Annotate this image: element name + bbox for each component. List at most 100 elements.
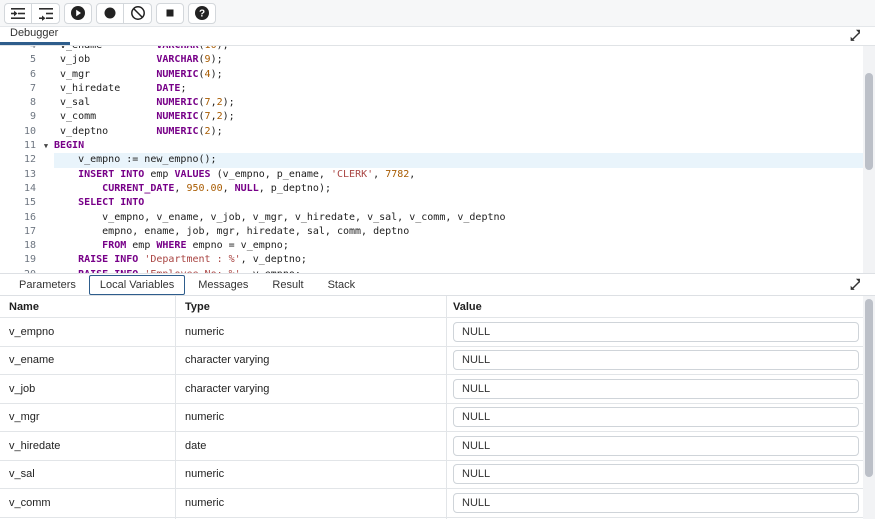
code-editor[interactable]: 4 v_ename VARCHAR(10);5 v_job VARCHAR(9)… (0, 46, 875, 274)
step-over-button[interactable] (32, 3, 60, 24)
step-over-icon (38, 6, 54, 21)
variable-name-cell: v_empno (0, 318, 176, 346)
code-text: FROM emp WHERE empno = v_empno; (54, 239, 863, 253)
help-button[interactable]: ? (188, 3, 216, 24)
expand-editor-icon[interactable] (849, 29, 863, 43)
line-number[interactable]: 19 (0, 253, 38, 267)
grid-scrollbar-thumb[interactable] (865, 299, 873, 477)
column-header-name[interactable]: Name (0, 296, 176, 317)
code-text: BEGIN (54, 139, 863, 153)
line-number[interactable]: 10 (0, 125, 38, 139)
expand-panel-icon[interactable] (849, 278, 863, 292)
line-number[interactable]: 15 (0, 196, 38, 210)
code-text: v_sal NUMERIC(7,2); (54, 96, 863, 110)
tab-parameters[interactable]: Parameters (8, 275, 87, 295)
code-line[interactable]: 9 v_comm NUMERIC(7,2); (0, 110, 863, 124)
fold-gutter (38, 239, 54, 253)
tab-local-variables[interactable]: Local Variables (89, 275, 185, 295)
variable-value-input[interactable] (453, 407, 859, 427)
table-header-row: NameTypeValue (0, 296, 863, 318)
code-line[interactable]: 19 RAISE INFO 'Department : %', v_deptno… (0, 253, 863, 267)
line-number[interactable]: 7 (0, 82, 38, 96)
variable-type-cell: character varying (176, 347, 447, 375)
variable-name-cell: v_comm (0, 489, 176, 517)
local-variables-grid: NameTypeValuev_empnonumericv_enamecharac… (0, 296, 875, 519)
code-line[interactable]: 6 v_mgr NUMERIC(4); (0, 68, 863, 82)
code-text: SELECT INTO (54, 196, 863, 210)
fold-gutter (38, 253, 54, 267)
code-text: v_empno := new_empno(); (54, 153, 863, 167)
step-into-icon (10, 6, 26, 21)
code-line[interactable]: 11▼BEGIN (0, 139, 863, 153)
toolbar-button-group (96, 3, 152, 24)
line-number[interactable]: 12 (0, 153, 38, 167)
stop-button[interactable] (156, 3, 184, 24)
variable-name-cell: v_mgr (0, 404, 176, 432)
column-header-value[interactable]: Value (447, 296, 863, 317)
code-line[interactable]: 10 v_deptno NUMERIC(2); (0, 125, 863, 139)
line-number[interactable]: 17 (0, 225, 38, 239)
code-line[interactable]: 15 SELECT INTO (0, 196, 863, 210)
editor-scrollbar[interactable] (863, 46, 875, 273)
tab-result[interactable]: Result (261, 275, 314, 295)
fold-gutter (38, 225, 54, 239)
variable-name-cell: v_sal (0, 461, 176, 489)
variable-value-input[interactable] (453, 436, 859, 456)
fold-gutter (38, 68, 54, 82)
line-number[interactable]: 9 (0, 110, 38, 124)
line-number[interactable]: 4 (0, 46, 38, 53)
continue-button[interactable] (64, 3, 92, 24)
variable-value-input[interactable] (453, 464, 859, 484)
tab-stack[interactable]: Stack (317, 275, 367, 295)
line-number[interactable]: 18 (0, 239, 38, 253)
variable-value-input[interactable] (453, 379, 859, 399)
code-line[interactable]: 18 FROM emp WHERE empno = v_empno; (0, 239, 863, 253)
variable-type-cell: numeric (176, 318, 447, 346)
line-number[interactable]: 14 (0, 182, 38, 196)
code-line[interactable]: 14 CURRENT_DATE, 950.00, NULL, p_deptno)… (0, 182, 863, 196)
variable-value-cell (447, 375, 863, 403)
line-number[interactable]: 6 (0, 68, 38, 82)
fold-gutter (38, 153, 54, 167)
fold-gutter (38, 182, 54, 196)
line-number[interactable]: 8 (0, 96, 38, 110)
variable-type-cell: numeric (176, 404, 447, 432)
code-line[interactable]: 12 v_empno := new_empno(); (0, 153, 863, 167)
toolbar-button-group (156, 3, 184, 24)
code-line[interactable]: 13 INSERT INTO emp VALUES (v_empno, p_en… (0, 168, 863, 182)
editor-scrollbar-thumb[interactable] (865, 73, 873, 170)
variable-type-cell: numeric (176, 461, 447, 489)
grid-scrollbar[interactable] (863, 296, 875, 519)
variable-value-input[interactable] (453, 350, 859, 370)
variable-value-input[interactable] (453, 322, 859, 342)
line-number[interactable]: 13 (0, 168, 38, 182)
toggle-breakpoint-button[interactable] (96, 3, 124, 24)
code-text: v_deptno NUMERIC(2); (54, 125, 863, 139)
line-number[interactable]: 11 (0, 139, 38, 153)
fold-gutter (38, 46, 54, 53)
step-into-button[interactable] (4, 3, 32, 24)
code-line[interactable]: 16 v_empno, v_ename, v_job, v_mgr, v_hir… (0, 211, 863, 225)
variable-value-cell (447, 404, 863, 432)
tab-debugger[interactable]: Debugger (0, 25, 70, 45)
variable-value-input[interactable] (453, 493, 859, 513)
code-line[interactable]: 8 v_sal NUMERIC(7,2); (0, 96, 863, 110)
tab-messages[interactable]: Messages (187, 275, 259, 295)
code-line[interactable]: 4 v_ename VARCHAR(10); (0, 46, 863, 53)
column-header-type[interactable]: Type (176, 296, 447, 317)
code-text: CURRENT_DATE, 950.00, NULL, p_deptno); (54, 182, 863, 196)
code-line[interactable]: 17 empno, ename, job, mgr, hiredate, sal… (0, 225, 863, 239)
line-number[interactable]: 16 (0, 211, 38, 225)
code-line[interactable]: 5 v_job VARCHAR(9); (0, 53, 863, 67)
line-number[interactable]: 5 (0, 53, 38, 67)
code-line[interactable]: 7 v_hiredate DATE; (0, 82, 863, 96)
fold-arrow-icon[interactable]: ▼ (38, 139, 54, 153)
code-text: RAISE INFO 'Department : %', v_deptno; (54, 253, 863, 267)
panel-tab-bar: ParametersLocal VariablesMessagesResultS… (0, 274, 875, 296)
clear-all-breakpoints-button[interactable] (124, 3, 152, 24)
table-row: v_jobcharacter varying (0, 375, 863, 404)
clear-breakpoints-icon (130, 5, 146, 21)
table-row: v_empnonumeric (0, 318, 863, 347)
variable-name-cell: v_ename (0, 347, 176, 375)
table-row: v_salnumeric (0, 461, 863, 490)
